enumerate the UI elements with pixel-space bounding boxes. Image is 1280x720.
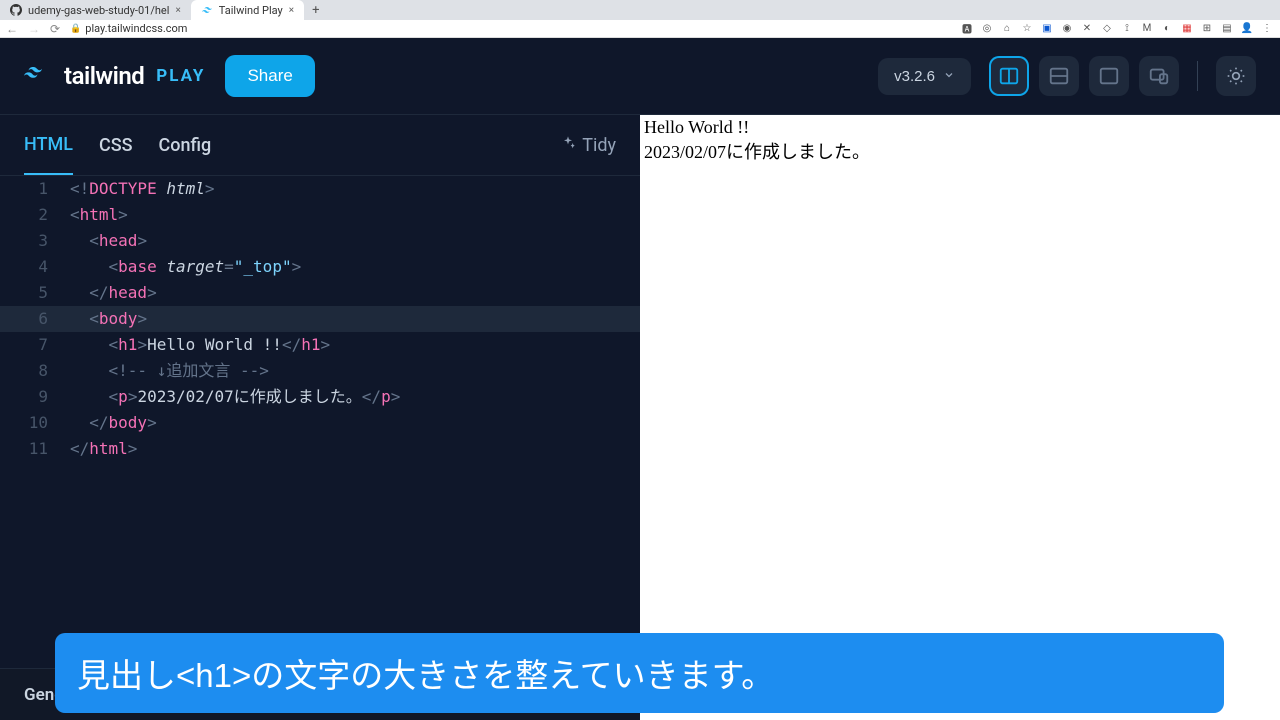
theme-toggle[interactable] [1216, 56, 1256, 96]
tidy-label: Tidy [582, 135, 616, 156]
browser-tab-title: udemy-gas-web-study-01/hel [28, 4, 169, 17]
line-number: 10 [0, 410, 70, 436]
back-icon[interactable]: ← [6, 22, 18, 36]
code-content[interactable]: <head> [70, 228, 640, 254]
ext-icon[interactable]: ✕ [1080, 22, 1094, 36]
line-number: 2 [0, 202, 70, 228]
github-icon [10, 4, 22, 16]
caption-overlay: 見出し<h1>の文字の大きさを整えていきます。 [55, 633, 1224, 713]
code-line[interactable]: 9 <p>2023/02/07に作成しました。</p> [0, 384, 640, 410]
ext-icon[interactable]: ☆ [1020, 22, 1034, 36]
code-content[interactable]: </html> [70, 436, 640, 462]
editor-tabs: HTML CSS Config Tidy [0, 115, 640, 176]
browser-extensions: 🅰 ◎ ⌂ ☆ ▣ ◉ ✕ ◇ ⟟ M ◐ ▦ ⊞ ▤ 👤 ⋮ [960, 22, 1274, 36]
code-line[interactable]: 7 <h1>Hello World !!</h1> [0, 332, 640, 358]
tab-css[interactable]: CSS [99, 117, 133, 174]
ext-icon[interactable]: ▣ [1040, 22, 1054, 36]
ext-icon[interactable]: ⟟ [1120, 22, 1134, 36]
tab-html[interactable]: HTML [24, 116, 73, 175]
code-content[interactable]: <base target="_top"> [70, 254, 640, 280]
ext-icon[interactable]: ▦ [1180, 22, 1194, 36]
share-button[interactable]: Share [225, 55, 314, 97]
code-content[interactable]: </head> [70, 280, 640, 306]
tidy-button[interactable]: Tidy [560, 135, 616, 156]
code-line[interactable]: 3 <head> [0, 228, 640, 254]
code-line[interactable]: 10 </body> [0, 410, 640, 436]
line-number: 3 [0, 228, 70, 254]
layout-split-horizontal[interactable] [1039, 56, 1079, 96]
code-line[interactable]: 2<html> [0, 202, 640, 228]
divider [1197, 61, 1198, 91]
ext-icon[interactable]: ◐ [1160, 22, 1174, 36]
code-content[interactable]: </body> [70, 410, 640, 436]
line-number: 4 [0, 254, 70, 280]
forward-icon[interactable]: → [28, 22, 40, 36]
caption-text: 見出し<h1>の文字の大きさを整えていきます。 [77, 649, 774, 697]
preview-h1: Hello World !! [644, 117, 1276, 138]
browser-tab-0[interactable]: udemy-gas-web-study-01/hel × [0, 0, 191, 20]
ext-icon[interactable]: M [1140, 22, 1154, 36]
chevron-down-icon [943, 68, 955, 85]
close-icon[interactable]: × [289, 5, 294, 16]
code-line[interactable]: 11</html> [0, 436, 640, 462]
version-label: v3.2.6 [894, 68, 935, 85]
ext-icon[interactable]: ◎ [980, 22, 994, 36]
browser-tab-strip: udemy-gas-web-study-01/hel × Tailwind Pl… [0, 0, 1280, 20]
ext-icon[interactable]: ◇ [1100, 22, 1114, 36]
code-line[interactable]: 8 <!-- ↓追加文言 --> [0, 358, 640, 384]
code-line[interactable]: 6 <body> [0, 306, 640, 332]
avatar-icon[interactable]: 👤 [1240, 22, 1254, 36]
version-button[interactable]: v3.2.6 [878, 58, 971, 95]
editor-pane: HTML CSS Config Tidy 1<!DOCTYPE html>2<h… [0, 115, 640, 720]
url-text: play.tailwindcss.com [85, 22, 187, 35]
ext-icon[interactable]: ⌂ [1000, 22, 1014, 36]
lock-icon: 🔒 [70, 24, 81, 34]
code-content[interactable]: <!-- ↓追加文言 --> [70, 358, 640, 384]
line-number: 7 [0, 332, 70, 358]
browser-tab-title: Tailwind Play [219, 4, 283, 17]
tailwind-icon [201, 4, 213, 16]
line-number: 6 [0, 306, 70, 332]
menu-icon[interactable]: ⋮ [1260, 22, 1274, 36]
code-line[interactable]: 1<!DOCTYPE html> [0, 176, 640, 202]
app-body: HTML CSS Config Tidy 1<!DOCTYPE html>2<h… [0, 115, 1280, 720]
logo[interactable]: tailwind PLAY [24, 62, 205, 90]
code-editor[interactable]: 1<!DOCTYPE html>2<html>3 <head>4 <base t… [0, 176, 640, 668]
ext-icon[interactable]: ◉ [1060, 22, 1074, 36]
app-header: tailwind PLAY Share v3.2.6 [0, 38, 1280, 115]
close-icon[interactable]: × [175, 5, 180, 16]
ext-icon[interactable]: 🅰 [960, 22, 974, 36]
code-content[interactable]: <body> [70, 306, 640, 332]
line-number: 1 [0, 176, 70, 202]
reload-icon[interactable]: ⟳ [50, 22, 60, 36]
ext-icon[interactable]: ▤ [1220, 22, 1234, 36]
sparkle-icon [560, 135, 576, 156]
line-number: 9 [0, 384, 70, 410]
browser-address-bar: ← → ⟳ 🔒 play.tailwindcss.com 🅰 ◎ ⌂ ☆ ▣ ◉… [0, 20, 1280, 38]
code-content[interactable]: <!DOCTYPE html> [70, 176, 640, 202]
url-display[interactable]: 🔒 play.tailwindcss.com [70, 22, 187, 35]
line-number: 11 [0, 436, 70, 462]
preview-p: 2023/02/07に作成しました。 [644, 138, 1276, 164]
layout-buttons [989, 56, 1179, 96]
preview-pane: Hello World !! 2023/02/07に作成しました。 [640, 115, 1280, 720]
code-content[interactable]: <html> [70, 202, 640, 228]
logo-play: PLAY [156, 66, 205, 86]
tab-config[interactable]: Config [159, 117, 212, 174]
layout-responsive[interactable] [1139, 56, 1179, 96]
tailwind-logo-icon [24, 67, 54, 85]
ext-icon[interactable]: ⊞ [1200, 22, 1214, 36]
code-content[interactable]: <h1>Hello World !!</h1> [70, 332, 640, 358]
code-content[interactable]: <p>2023/02/07に作成しました。</p> [70, 384, 640, 410]
code-line[interactable]: 4 <base target="_top"> [0, 254, 640, 280]
layout-split-vertical[interactable] [989, 56, 1029, 96]
logo-text: tailwind [64, 62, 144, 90]
layout-preview[interactable] [1089, 56, 1129, 96]
new-tab-button[interactable]: + [304, 3, 327, 18]
line-number: 5 [0, 280, 70, 306]
browser-tab-1[interactable]: Tailwind Play × [191, 0, 304, 20]
code-line[interactable]: 5 </head> [0, 280, 640, 306]
line-number: 8 [0, 358, 70, 384]
tailwind-play-app: tailwind PLAY Share v3.2.6 [0, 38, 1280, 720]
